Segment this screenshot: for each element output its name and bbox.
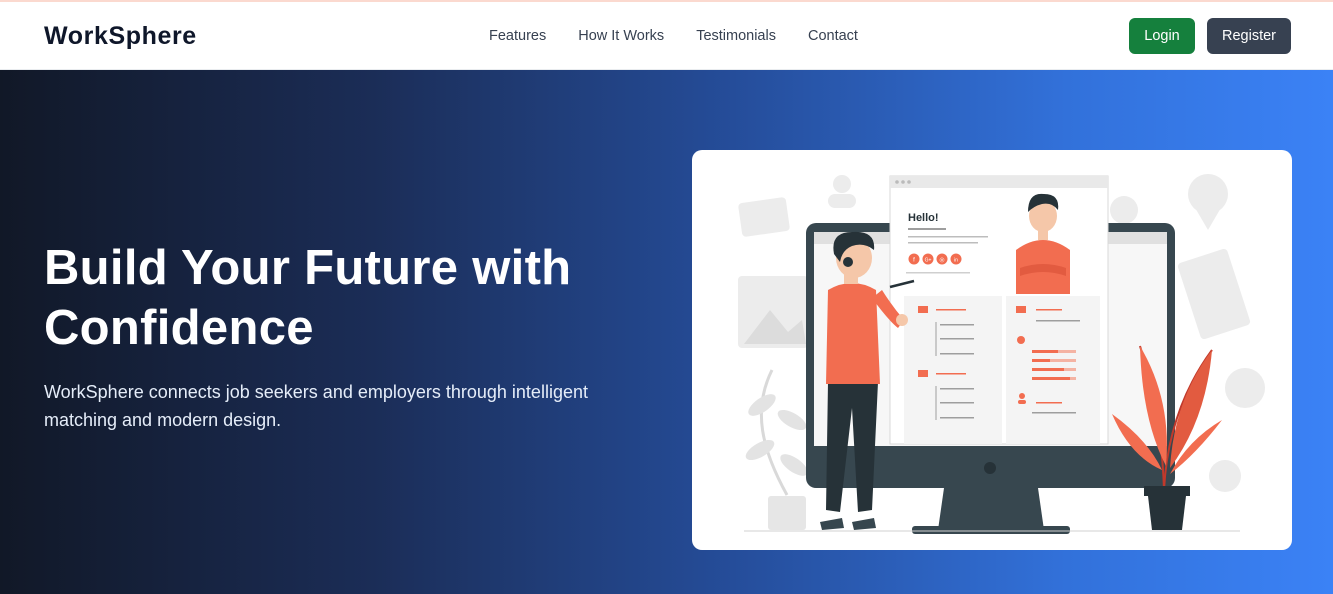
nav-link-how-it-works[interactable]: How It Works xyxy=(578,26,664,46)
gear-icon xyxy=(1110,196,1138,224)
resume-document: Hello! f G+ ◎ in xyxy=(889,175,1109,445)
plant-left xyxy=(745,369,808,530)
document-icon xyxy=(1177,248,1251,340)
register-button[interactable]: Register xyxy=(1207,18,1291,54)
hero-subtitle: WorkSphere connects job seekers and empl… xyxy=(44,382,588,430)
hero-illustration-card: Hello! f G+ ◎ in xyxy=(692,150,1292,550)
chat-bubble-icon xyxy=(1225,368,1265,408)
nav-link-contact[interactable]: Contact xyxy=(808,26,858,46)
hero-section: Build Your Future with Confidence WorkSp… xyxy=(0,70,1333,594)
login-button[interactable]: Login xyxy=(1129,18,1195,54)
svg-text:G+: G+ xyxy=(925,258,932,264)
mail-icon xyxy=(738,197,790,237)
main-nav: Features How It Works Testimonials Conta… xyxy=(489,26,890,46)
nav-link-features[interactable]: Features xyxy=(489,26,546,46)
resume-greeting: Hello! xyxy=(908,212,939,224)
hero-title: Build Your Future with Confidence xyxy=(44,241,572,355)
navbar: WorkSphere Features How It Works Testimo… xyxy=(0,2,1333,70)
svg-text:◎: ◎ xyxy=(939,258,944,264)
svg-text:in: in xyxy=(954,258,958,264)
brand-logo[interactable]: WorkSphere xyxy=(44,22,197,51)
gear-icon xyxy=(1209,460,1241,492)
user-icon xyxy=(833,175,851,193)
resume-illustration: Hello! f G+ ◎ in xyxy=(738,174,1265,534)
nav-link-testimonials[interactable]: Testimonials xyxy=(696,26,776,46)
power-icon xyxy=(984,462,996,474)
